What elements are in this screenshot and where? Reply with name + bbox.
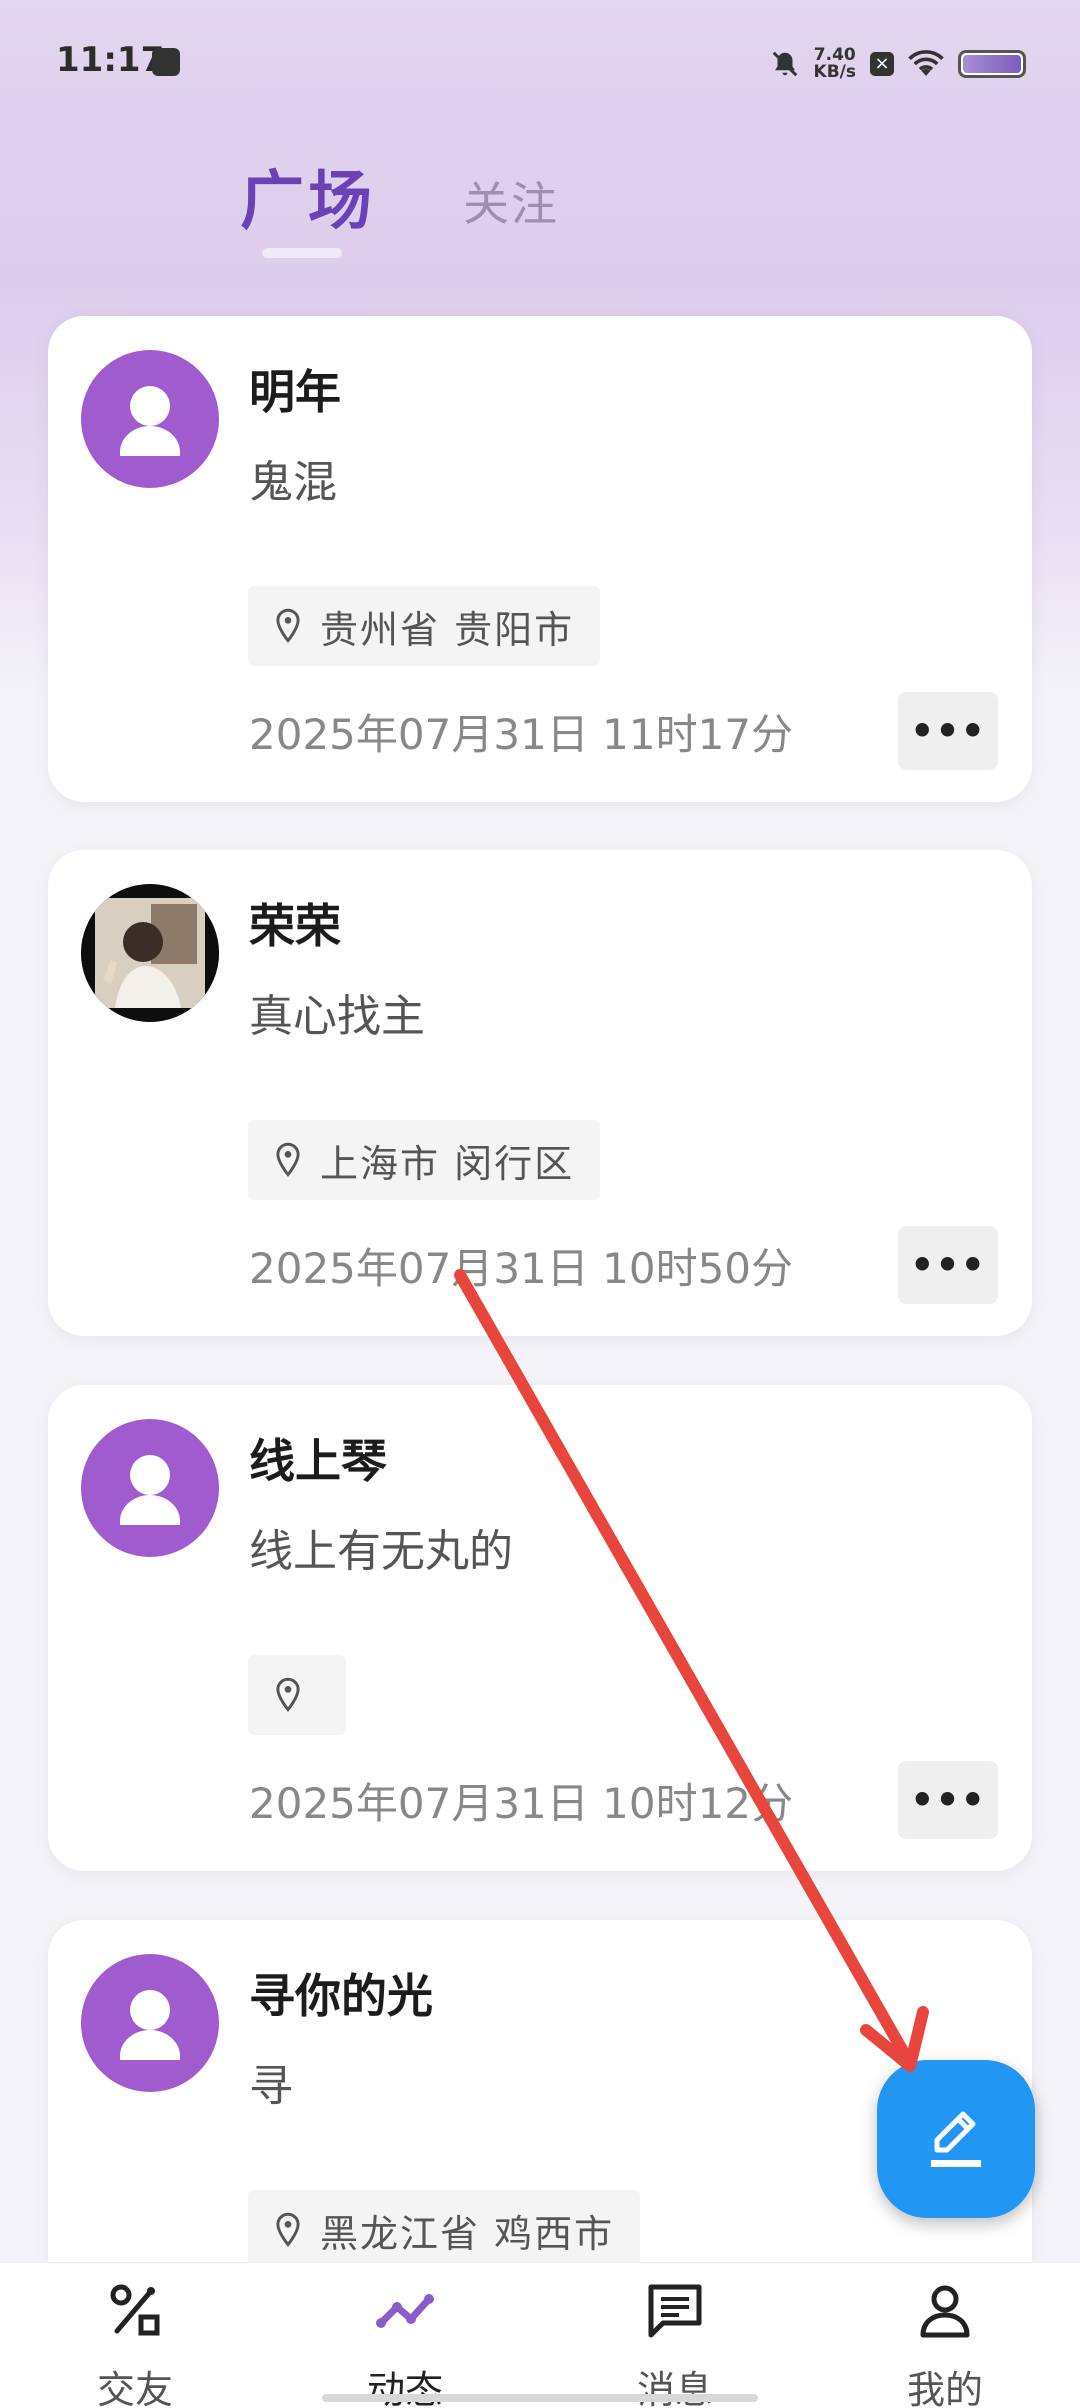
location-chip: 黑龙江省 鸡西市 bbox=[248, 2190, 641, 2270]
location-text: 贵州省 贵阳市 bbox=[320, 607, 575, 652]
post-content: 线上有无丸的 bbox=[249, 1526, 513, 1577]
default-user-icon bbox=[120, 1990, 180, 2060]
post-username[interactable]: 明年 bbox=[249, 356, 341, 422]
post-username[interactable]: 荣荣 bbox=[249, 890, 341, 956]
nav-label: 我的 bbox=[906, 2368, 983, 2408]
post-content: 寻 bbox=[249, 2061, 293, 2112]
more-button[interactable]: ••• bbox=[898, 692, 998, 770]
status-bar: 11:17 7.40 KB/s × bbox=[0, 0, 1080, 120]
nav-moments[interactable]: 动态 bbox=[325, 2281, 485, 2408]
message-icon bbox=[648, 2284, 702, 2338]
nav-profile[interactable]: 我的 bbox=[865, 2281, 1025, 2408]
post-content: 真心找主 bbox=[249, 991, 425, 1042]
avatar-photo bbox=[81, 884, 219, 1022]
trend-icon bbox=[376, 2294, 434, 2328]
post-timestamp: 2025年07月31日 10时12分 bbox=[249, 1779, 794, 1828]
nav-messages[interactable]: 消息 bbox=[595, 2281, 755, 2408]
friends-icon bbox=[110, 2284, 160, 2336]
tab-plaza[interactable]: 广场 bbox=[240, 150, 376, 242]
post-timestamp: 2025年07月31日 11时17分 bbox=[249, 710, 794, 759]
default-user-icon bbox=[120, 386, 180, 456]
post-username[interactable]: 线上琴 bbox=[249, 1425, 387, 1491]
location-chip: 上海市 闵行区 bbox=[248, 1120, 601, 1200]
battery-icon bbox=[958, 50, 1026, 78]
location-pin-icon bbox=[276, 608, 300, 643]
mute-icon bbox=[772, 51, 797, 77]
location-text: 上海市 闵行区 bbox=[320, 1141, 575, 1186]
status-time: 11:17 bbox=[56, 40, 165, 80]
avatar[interactable] bbox=[81, 350, 219, 488]
more-button[interactable]: ••• bbox=[898, 1761, 998, 1839]
location-chip: 贵州省 贵阳市 bbox=[248, 586, 601, 666]
location-pin-icon bbox=[276, 1142, 300, 1177]
tab-indicator bbox=[262, 248, 342, 258]
status-icons: 7.40 KB/s × bbox=[770, 44, 1026, 84]
avatar[interactable] bbox=[81, 1419, 219, 1557]
nav-friends[interactable]: 交友 bbox=[55, 2281, 215, 2408]
post-content: 鬼混 bbox=[249, 457, 337, 508]
location-chip bbox=[248, 1655, 346, 1735]
post-card[interactable]: 荣荣 真心找主 上海市 闵行区 2025年07月31日 10时50分 ••• bbox=[48, 850, 1032, 1336]
home-indicator[interactable] bbox=[322, 2394, 758, 2402]
avatar[interactable] bbox=[81, 884, 219, 1022]
edit-pencil-icon bbox=[931, 2111, 981, 2167]
bottom-nav: 交友 动态 消息 我的 bbox=[0, 2262, 1080, 2408]
close-box-icon: × bbox=[870, 52, 894, 76]
default-user-icon bbox=[120, 1455, 180, 1525]
post-card[interactable]: 明年 鬼混 贵州省 贵阳市 2025年07月31日 11时17分 ••• bbox=[48, 316, 1032, 802]
profile-icon bbox=[920, 2285, 970, 2338]
net-speed: 7.40 KB/s bbox=[814, 47, 856, 81]
nav-label: 交友 bbox=[96, 2368, 173, 2408]
compose-post-button[interactable] bbox=[877, 2060, 1035, 2218]
post-timestamp: 2025年07月31日 10时50分 bbox=[249, 1244, 794, 1293]
location-pin-icon bbox=[276, 1677, 300, 1712]
app-notification-icon bbox=[152, 48, 180, 76]
tab-follow[interactable]: 关注 bbox=[463, 168, 559, 234]
post-card[interactable]: 线上琴 线上有无丸的 2025年07月31日 10时12分 ••• bbox=[48, 1385, 1032, 1871]
post-username[interactable]: 寻你的光 bbox=[249, 1960, 433, 2026]
more-button[interactable]: ••• bbox=[898, 1226, 998, 1304]
location-text: 黑龙江省 鸡西市 bbox=[320, 2211, 615, 2256]
net-speed-unit: KB/s bbox=[813, 62, 856, 82]
avatar[interactable] bbox=[81, 1954, 219, 2092]
wifi-icon bbox=[908, 50, 944, 76]
location-pin-icon bbox=[276, 2212, 300, 2247]
